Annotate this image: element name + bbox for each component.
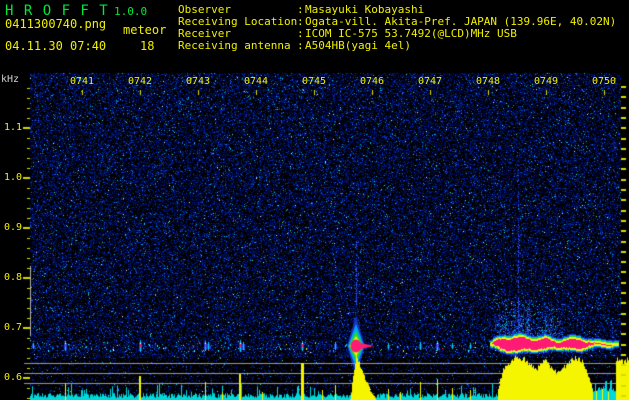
station-info: Observer: Masayuki Kobayashi Receiving Loc… — [178, 4, 616, 52]
file-name: 0411300740.png — [5, 17, 107, 31]
time-tick-label: 0747 — [417, 76, 443, 87]
time-tick-label: 0743 — [185, 76, 211, 87]
time-tick-label: 0744 — [243, 76, 269, 87]
datetime: 04.11.30 07:40 — [5, 39, 107, 53]
freq-tick-label: 0.8 — [3, 272, 22, 283]
freq-tick-label: 0.6 — [3, 372, 22, 383]
freq-tick-label: 1.1 — [3, 122, 22, 133]
time-tick-label: 0749 — [533, 76, 559, 87]
station-label: Receiving antenna — [178, 39, 291, 52]
station-value: A504HB(yagi 4el) — [305, 39, 411, 52]
hrofft-screen: H R O F F T 1.0.0 0411300740.png meteor … — [0, 0, 629, 400]
header: H R O F F T 1.0.0 0411300740.png meteor … — [0, 0, 629, 62]
freq-unit-label: kHz — [1, 74, 20, 85]
mode-label: meteor — [123, 23, 167, 37]
time-tick-label: 0750 — [591, 76, 617, 87]
station-row: Receiving antenna: A504HB(yagi 4el) — [178, 40, 616, 52]
freq-tick-label: 1.0 — [3, 172, 22, 183]
echo-count: 18 — [140, 39, 155, 53]
time-tick-label: 0741 — [69, 76, 95, 87]
time-tick-label: 0745 — [301, 76, 327, 87]
time-tick-label: 0748 — [475, 76, 501, 87]
app-version: 1.0.0 — [114, 5, 148, 18]
freq-tick-label: 0.9 — [3, 222, 22, 233]
time-tick-label: 0742 — [127, 76, 153, 87]
time-tick-label: 0746 — [359, 76, 385, 87]
station-colon: : — [297, 39, 304, 52]
freq-tick-label: 0.7 — [3, 322, 22, 333]
